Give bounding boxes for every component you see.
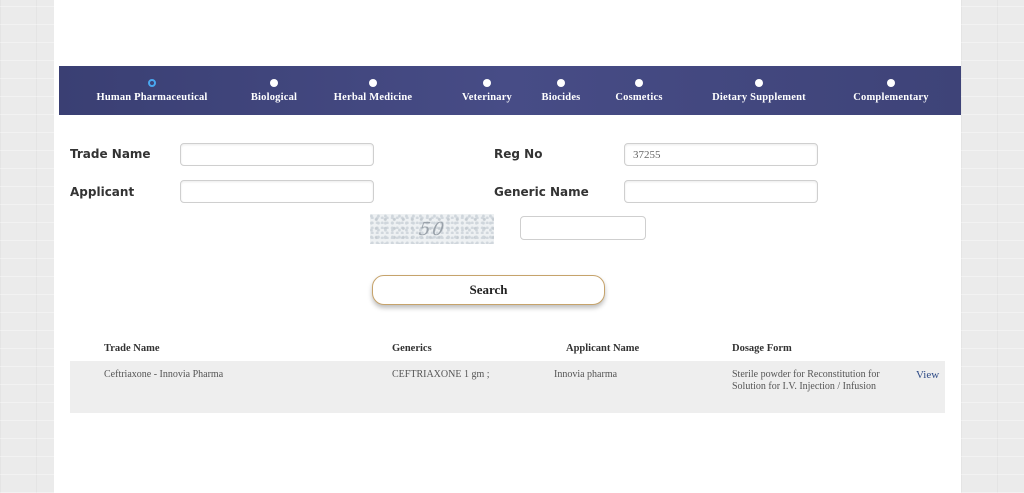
tab-label: Biocides bbox=[541, 91, 581, 103]
tab-complementary[interactable]: Complementary bbox=[841, 66, 941, 115]
generics-cell: CEFTRIAXONE 1 gm ; bbox=[392, 369, 490, 380]
radio-selected-icon[interactable] bbox=[148, 78, 156, 87]
trade-name-label: Trade Name bbox=[70, 147, 151, 161]
trade-name-input[interactable] bbox=[180, 143, 374, 166]
tab-herbal-medicine[interactable]: Herbal Medicine bbox=[323, 66, 423, 115]
applicant-input[interactable] bbox=[180, 180, 374, 203]
radio-icon[interactable] bbox=[483, 78, 491, 87]
left-background-margin bbox=[0, 0, 54, 493]
category-tabbar: Human Pharmaceutical Biological Herbal M… bbox=[59, 66, 961, 115]
tab-biocides[interactable]: Biocides bbox=[531, 66, 591, 115]
reg-no-label: Reg No bbox=[494, 147, 543, 161]
tab-human-pharmaceutical[interactable]: Human Pharmaceutical bbox=[77, 66, 227, 115]
search-button[interactable]: Search bbox=[372, 275, 605, 305]
tab-cosmetics[interactable]: Cosmetics bbox=[604, 66, 674, 115]
tab-label: Herbal Medicine bbox=[333, 91, 413, 103]
tab-veterinary[interactable]: Veterinary bbox=[452, 66, 522, 115]
trade-name-cell: Ceftriaxone - Innovia Pharma bbox=[104, 369, 224, 380]
radio-icon[interactable] bbox=[635, 78, 643, 87]
radio-icon[interactable] bbox=[887, 78, 895, 87]
reg-no-input[interactable] bbox=[624, 143, 818, 166]
radio-icon[interactable] bbox=[557, 78, 565, 87]
tab-dietary-supplement[interactable]: Dietary Supplement bbox=[699, 66, 819, 115]
view-link[interactable]: View bbox=[916, 369, 939, 381]
radio-icon[interactable] bbox=[270, 78, 278, 87]
tab-label: Biological bbox=[250, 91, 298, 103]
captcha-input[interactable] bbox=[520, 216, 646, 240]
tab-label: Human Pharmaceutical bbox=[96, 91, 208, 103]
tab-label: Dietary Supplement bbox=[712, 91, 806, 103]
tab-label: Complementary bbox=[853, 91, 929, 103]
generic-name-input[interactable] bbox=[624, 180, 818, 203]
results-header: Trade Name Generics Applicant Name Dosag… bbox=[70, 337, 945, 361]
column-header-applicant-name: Applicant Name bbox=[566, 343, 640, 354]
captcha-text: 50 bbox=[417, 218, 447, 240]
search-button-label: Search bbox=[469, 282, 508, 297]
column-header-trade-name: Trade Name bbox=[104, 343, 160, 354]
captcha-image: 50 bbox=[370, 214, 494, 244]
tab-biological[interactable]: Biological bbox=[239, 66, 309, 115]
column-header-dosage-form: Dosage Form bbox=[732, 343, 792, 354]
applicant-cell: Innovia pharma bbox=[554, 369, 618, 380]
table-row: Ceftriaxone - Innovia Pharma CEFTRIAXONE… bbox=[70, 361, 945, 413]
column-header-generics: Generics bbox=[392, 343, 432, 354]
radio-icon[interactable] bbox=[369, 78, 377, 87]
main-content: Human Pharmaceutical Biological Herbal M… bbox=[54, 0, 961, 493]
dosage-form-cell: Sterile powder for Reconstitution for So… bbox=[732, 369, 880, 392]
applicant-label: Applicant bbox=[70, 185, 135, 199]
tab-label: Veterinary bbox=[461, 91, 512, 103]
radio-icon[interactable] bbox=[755, 78, 763, 87]
right-background-margin bbox=[961, 0, 1024, 493]
tab-label: Cosmetics bbox=[615, 91, 663, 103]
generic-name-label: Generic Name bbox=[494, 185, 589, 199]
